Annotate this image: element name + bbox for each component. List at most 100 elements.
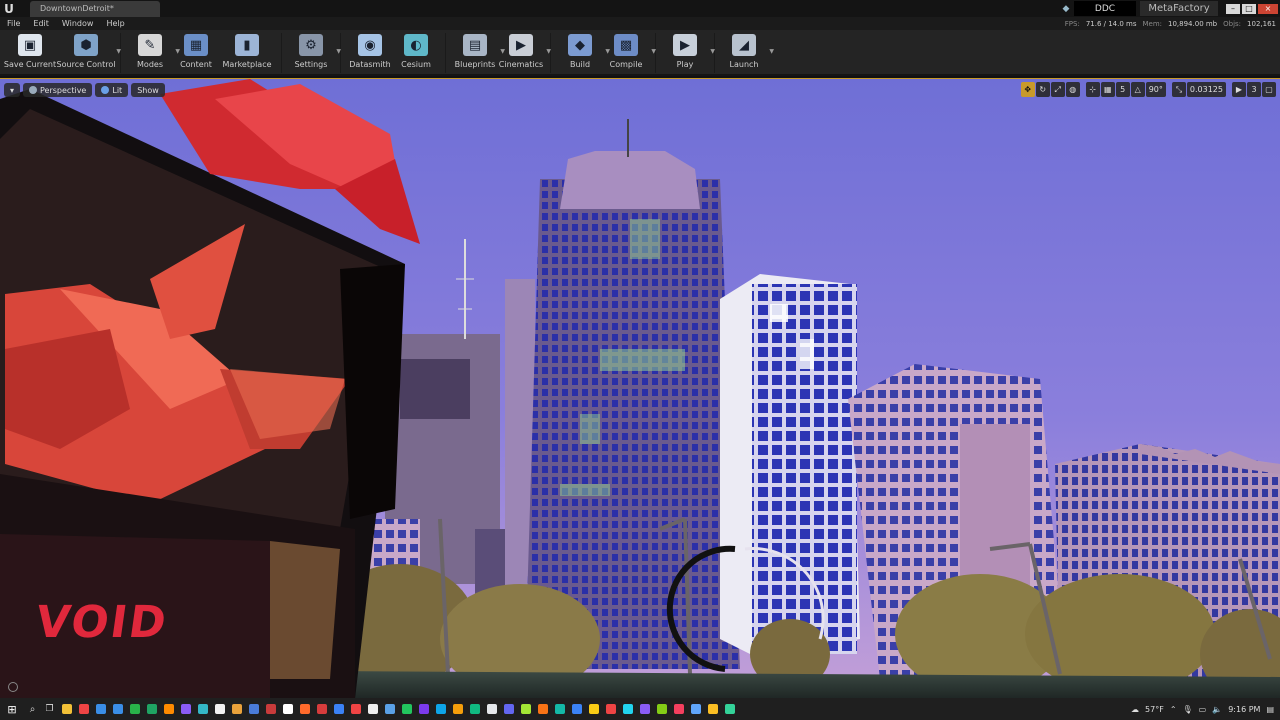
- taskbar-app-icon[interactable]: [670, 698, 687, 720]
- taskbar-app-icon[interactable]: [398, 698, 415, 720]
- taskbar-app-icon[interactable]: [500, 698, 517, 720]
- taskbar-app-icon[interactable]: [296, 698, 313, 720]
- minimize-button[interactable]: –: [1226, 3, 1240, 14]
- rotate-tool-icon[interactable]: ↻: [1035, 82, 1050, 97]
- taskbar-app-icon[interactable]: [160, 698, 177, 720]
- taskbar-app-icon[interactable]: [687, 698, 704, 720]
- taskbar-app-icon[interactable]: [194, 698, 211, 720]
- windows-start-icon[interactable]: ⊞: [0, 698, 24, 720]
- toolbar-launch-button[interactable]: ◢ Launch ▼: [721, 30, 774, 76]
- clock-time[interactable]: 9:16 PM: [1228, 705, 1260, 714]
- menu-help[interactable]: Help: [106, 19, 124, 28]
- angle-snap-value[interactable]: 90°: [1145, 82, 1166, 97]
- menu-window[interactable]: Window: [62, 19, 94, 28]
- taskbar-app-icon[interactable]: [279, 698, 296, 720]
- taskbar-app-icon[interactable]: [517, 698, 534, 720]
- taskbar-app-icon[interactable]: [568, 698, 585, 720]
- menu-file[interactable]: File: [7, 19, 20, 28]
- toolbar-settings-button[interactable]: ⚙ Settings ▼: [288, 30, 341, 76]
- scale-tool-icon[interactable]: ⤢: [1050, 82, 1065, 97]
- taskbar-app-icon[interactable]: [58, 698, 75, 720]
- taskbar-app-icon[interactable]: [466, 698, 483, 720]
- toolbar-play-button[interactable]: ▶ Play ▼: [662, 30, 715, 76]
- network-icon[interactable]: ▭: [1199, 705, 1207, 714]
- taskbar-app-icon[interactable]: [483, 698, 500, 720]
- weather-icon[interactable]: ☁: [1131, 705, 1139, 714]
- tray-chevron-icon[interactable]: ⌃: [1170, 705, 1177, 714]
- dropdown-caret-icon[interactable]: ▼: [116, 48, 121, 55]
- volume-icon[interactable]: 🔈: [1212, 705, 1222, 714]
- menu-edit[interactable]: Edit: [33, 19, 49, 28]
- taskbar-app-icon[interactable]: [143, 698, 160, 720]
- taskbar-app-icon[interactable]: [432, 698, 449, 720]
- taskbar-app-icon[interactable]: [619, 698, 636, 720]
- taskbar-app-icon[interactable]: [602, 698, 619, 720]
- toolbar-save-current-button[interactable]: ▣ Save Current: [2, 30, 58, 76]
- toolbar-compile-button[interactable]: ▩ Compile ▼: [603, 30, 656, 76]
- notification-icon[interactable]: ◆: [1058, 0, 1074, 17]
- taskbar-app-icon[interactable]: [109, 698, 126, 720]
- dropdown-caret-icon[interactable]: ▼: [651, 48, 656, 55]
- toolbar-build-button[interactable]: ◆ Build ▼: [557, 30, 610, 76]
- dropdown-caret-icon[interactable]: ▼: [336, 48, 341, 55]
- grid-snap-value[interactable]: 5: [1115, 82, 1130, 97]
- taskbar-app-icon[interactable]: [653, 698, 670, 720]
- taskbar-app-icon[interactable]: [211, 698, 228, 720]
- taskbar-app-icon[interactable]: [415, 698, 432, 720]
- taskbar-app-icon[interactable]: [177, 698, 194, 720]
- world-local-icon[interactable]: ◍: [1065, 82, 1080, 97]
- taskbar-app-icon[interactable]: [551, 698, 568, 720]
- taskbar-app-icon[interactable]: [245, 698, 262, 720]
- camera-speed-icon[interactable]: ▶: [1232, 82, 1246, 97]
- document-tab[interactable]: DowntownDetroit*: [30, 1, 160, 17]
- taskbar-app-icon[interactable]: [364, 698, 381, 720]
- taskbar-app-icon[interactable]: [126, 698, 143, 720]
- scale-snap-value[interactable]: 0.03125: [1186, 82, 1226, 97]
- toolbar-content-button[interactable]: ▦ Content: [173, 30, 219, 76]
- translate-tool-icon[interactable]: ✥: [1020, 82, 1035, 97]
- toolbar-cinematics-button[interactable]: ▶ Cinematics ▼: [498, 30, 551, 76]
- taskbar-app-icon[interactable]: [585, 698, 602, 720]
- taskbar-app-icon[interactable]: [228, 698, 245, 720]
- viewport-menu-button[interactable]: ▾: [4, 83, 21, 97]
- dropdown-caret-icon[interactable]: ▼: [710, 48, 715, 55]
- toolbar-blueprints-button[interactable]: ▤ Blueprints ▼: [452, 30, 505, 76]
- taskbar-app-icon[interactable]: [313, 698, 330, 720]
- taskbar-app-icon[interactable]: [330, 698, 347, 720]
- taskbar-app-icon[interactable]: [534, 698, 551, 720]
- scale-snap-icon[interactable]: ⤡: [1171, 82, 1186, 97]
- temperature[interactable]: 57°F: [1145, 705, 1164, 714]
- taskbar-app-icon[interactable]: [636, 698, 653, 720]
- microphone-icon[interactable]: 🎙: [1183, 705, 1193, 714]
- taskbar-app-icon[interactable]: [721, 698, 738, 720]
- taskbar-app-icon[interactable]: [75, 698, 92, 720]
- ddc-indicator[interactable]: DDC: [1074, 1, 1136, 16]
- maximize-viewport-icon[interactable]: ▢: [1262, 82, 1276, 97]
- toolbar-marketplace-button[interactable]: ▮ Marketplace: [219, 30, 275, 76]
- notifications-icon[interactable]: ▤: [1266, 705, 1274, 714]
- taskbar-app-icon[interactable]: [449, 698, 466, 720]
- taskbar-app-icon[interactable]: [704, 698, 721, 720]
- surface-snap-icon[interactable]: ⊹: [1085, 82, 1100, 97]
- search-icon[interactable]: ⌕: [24, 698, 41, 720]
- close-button[interactable]: ×: [1258, 3, 1278, 14]
- toolbar-source-control-button[interactable]: ⬢ Source Control ▼: [57, 30, 121, 76]
- toolbar-modes-button[interactable]: ✎ Modes ▼: [127, 30, 180, 76]
- toolbar-cesium-button[interactable]: ◐ Cesium: [393, 30, 439, 76]
- dropdown-caret-icon[interactable]: ▼: [769, 48, 774, 55]
- angle-snap-icon[interactable]: △: [1130, 82, 1145, 97]
- dropdown-caret-icon[interactable]: ▼: [546, 48, 551, 55]
- grid-snap-icon[interactable]: ▦: [1100, 82, 1115, 97]
- maximize-button[interactable]: □: [1242, 3, 1256, 14]
- lit-button[interactable]: Lit: [95, 83, 129, 97]
- taskbar-app-icon[interactable]: [347, 698, 364, 720]
- task-view-icon[interactable]: ❐: [41, 698, 58, 720]
- taskbar-app-icon[interactable]: [262, 698, 279, 720]
- perspective-button[interactable]: Perspective: [23, 83, 93, 97]
- show-button[interactable]: Show: [131, 83, 165, 97]
- camera-speed-value[interactable]: 3: [1247, 82, 1261, 97]
- toolbar-datasmith-button[interactable]: ◉ Datasmith: [347, 30, 393, 76]
- taskbar-app-icon[interactable]: [92, 698, 109, 720]
- taskbar-app-icon[interactable]: [381, 698, 398, 720]
- level-viewport[interactable]: ▾ Perspective Lit Show ✥ ↻ ⤢ ◍ ⊹ ▦ 5 △ 9…: [0, 78, 1280, 698]
